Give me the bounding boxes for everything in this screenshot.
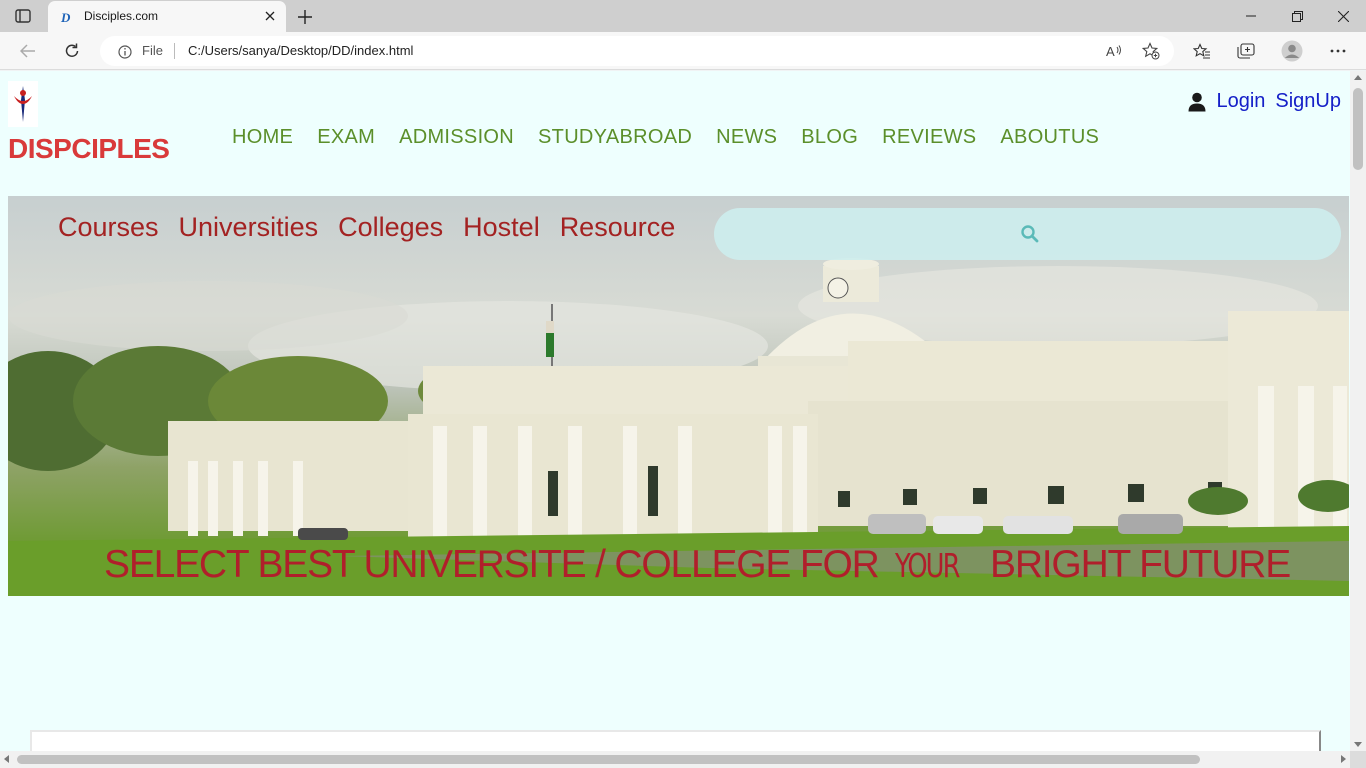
horizontal-scrollbar[interactable] bbox=[0, 751, 1350, 768]
hero-banner: Courses Universities Colleges Hostel Res… bbox=[8, 196, 1349, 596]
scroll-right-icon[interactable] bbox=[1341, 755, 1346, 763]
read-aloud-icon[interactable]: A bbox=[1105, 42, 1123, 60]
svg-text:D: D bbox=[60, 10, 71, 24]
sub-navigation: Courses Universities Colleges Hostel Res… bbox=[58, 212, 675, 243]
refresh-icon[interactable] bbox=[60, 40, 84, 62]
nav-blog[interactable]: BLOG bbox=[801, 126, 858, 149]
favorites-icon[interactable] bbox=[1190, 40, 1214, 62]
close-tab-icon[interactable] bbox=[262, 8, 278, 24]
horizontal-scroll-thumb[interactable] bbox=[17, 755, 1200, 764]
close-window-icon[interactable] bbox=[1320, 0, 1366, 32]
new-tab-icon[interactable] bbox=[294, 6, 316, 28]
svg-text:A: A bbox=[1106, 44, 1115, 58]
hero-tagline: SELECT BEST UNIVERSITE / COLLEGE FOR YOUR… bbox=[104, 543, 1291, 587]
omnibox-divider bbox=[174, 43, 175, 59]
subnav-courses[interactable]: Courses bbox=[58, 212, 159, 243]
restore-icon[interactable] bbox=[1274, 0, 1320, 32]
minimize-icon[interactable] bbox=[1228, 0, 1274, 32]
nav-admission[interactable]: ADMISSION bbox=[399, 126, 514, 149]
browser-tabbar: D Disciples.com bbox=[0, 0, 1366, 32]
subnav-universities[interactable]: Universities bbox=[179, 212, 319, 243]
signup-link[interactable]: SignUp bbox=[1275, 90, 1341, 113]
scrollbar-corner bbox=[1350, 751, 1366, 768]
auth-links: Login SignUp bbox=[1188, 90, 1341, 113]
browser-tab-active[interactable]: D Disciples.com bbox=[48, 1, 286, 32]
vertical-scroll-thumb[interactable] bbox=[1353, 88, 1363, 170]
site-logo[interactable] bbox=[8, 81, 38, 127]
scroll-left-icon[interactable] bbox=[4, 755, 9, 763]
main-navigation: HOME EXAM ADMISSION STUDYABROAD NEWS BLO… bbox=[232, 126, 1099, 149]
nav-exam[interactable]: EXAM bbox=[317, 126, 375, 149]
user-icon bbox=[1188, 92, 1206, 112]
scroll-up-icon[interactable] bbox=[1354, 75, 1362, 80]
vertical-scrollbar[interactable] bbox=[1350, 71, 1366, 751]
back-icon[interactable] bbox=[16, 40, 40, 62]
nav-home[interactable]: HOME bbox=[232, 126, 293, 149]
url-scheme-label: File bbox=[142, 43, 163, 58]
subnav-colleges[interactable]: Colleges bbox=[338, 212, 443, 243]
window-controls bbox=[1228, 0, 1366, 32]
tab-actions-icon[interactable] bbox=[12, 7, 34, 25]
brand-name[interactable]: DISPCIPLES bbox=[8, 133, 170, 165]
page-viewport: DISPCIPLES HOME EXAM ADMISSION STUDYABRO… bbox=[0, 71, 1350, 751]
add-favorite-icon[interactable] bbox=[1142, 42, 1160, 60]
collections-icon[interactable] bbox=[1234, 40, 1258, 62]
subnav-resource[interactable]: Resource bbox=[560, 212, 676, 243]
search-input[interactable] bbox=[714, 208, 1341, 260]
more-options-icon[interactable] bbox=[1326, 40, 1350, 62]
subnav-hostel[interactable]: Hostel bbox=[463, 212, 540, 243]
browser-toolbar: File C:/Users/sanya/Desktop/DD/index.htm… bbox=[0, 32, 1366, 70]
scroll-down-icon[interactable] bbox=[1354, 742, 1362, 747]
nav-reviews[interactable]: REVIEWS bbox=[882, 126, 976, 149]
content-card bbox=[30, 730, 1321, 751]
tagline-your: YOUR bbox=[894, 546, 960, 585]
tagline-part1: SELECT BEST UNIVERSITE / COLLEGE FOR bbox=[104, 543, 880, 586]
tab-title: Disciples.com bbox=[84, 9, 159, 23]
address-bar[interactable]: File C:/Users/sanya/Desktop/DD/index.htm… bbox=[100, 36, 1174, 66]
login-link[interactable]: Login bbox=[1216, 90, 1265, 113]
nav-studyabroad[interactable]: STUDYABROAD bbox=[538, 126, 692, 149]
nav-aboutus[interactable]: ABOUTUS bbox=[1000, 126, 1099, 149]
tagline-part2: BRIGHT FUTURE bbox=[990, 543, 1291, 586]
info-icon[interactable] bbox=[118, 44, 132, 59]
profile-avatar-icon[interactable] bbox=[1280, 40, 1304, 62]
url-text[interactable]: C:/Users/sanya/Desktop/DD/index.html bbox=[188, 43, 413, 58]
nav-news[interactable]: NEWS bbox=[716, 126, 777, 149]
site-favicon-icon: D bbox=[60, 9, 74, 25]
search-icon[interactable] bbox=[1020, 224, 1040, 244]
